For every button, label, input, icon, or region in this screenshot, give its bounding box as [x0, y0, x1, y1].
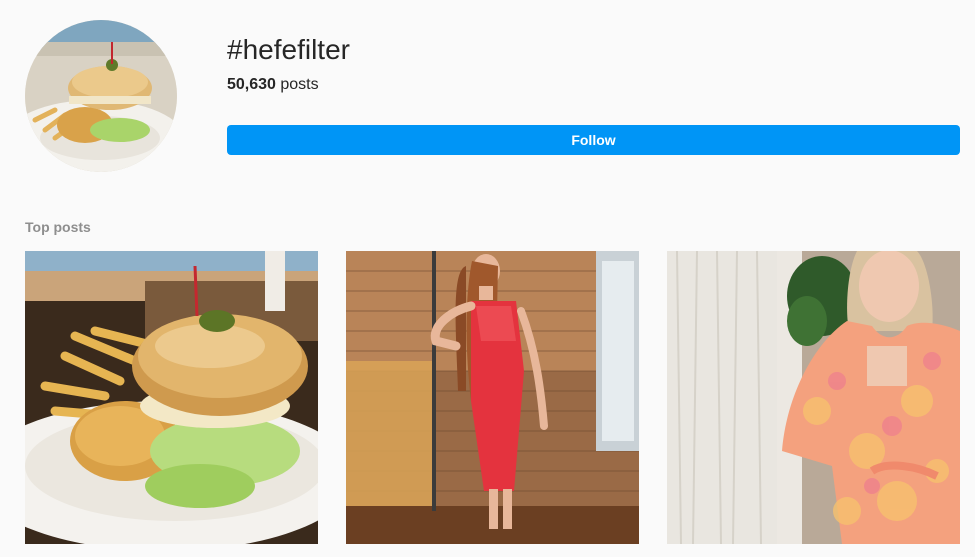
hashtag-avatar	[25, 20, 177, 172]
top-posts-heading: Top posts	[25, 219, 91, 235]
follow-button[interactable]: Follow	[227, 125, 960, 155]
top-post-3[interactable]	[667, 251, 960, 544]
top-post-1[interactable]	[25, 251, 318, 544]
hashtag-title: #hefefilter	[227, 34, 350, 65]
hashtag-page: #hefefilter 50,630 posts Follow Top post…	[0, 0, 975, 557]
post-count-number: 50,630	[227, 76, 276, 93]
top-post-2[interactable]	[346, 251, 639, 544]
post-count: 50,630 posts	[227, 75, 319, 95]
post-count-suffix: posts	[275, 76, 319, 93]
